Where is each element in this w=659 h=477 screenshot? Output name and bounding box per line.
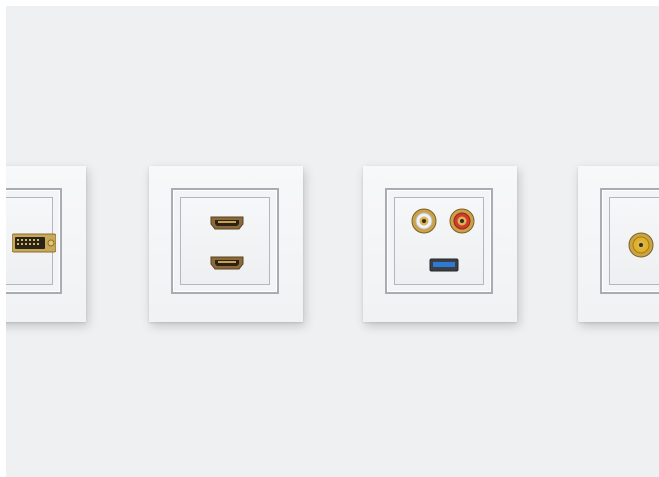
hdmi-wall-plate — [149, 166, 303, 322]
plate-frame — [385, 188, 493, 294]
hdmi-port-bottom — [209, 255, 245, 271]
plate-insert — [180, 197, 270, 285]
plate-frame — [171, 188, 279, 294]
usb-3-port — [429, 258, 459, 272]
plate-insert — [609, 197, 659, 285]
plate-frame — [6, 188, 62, 294]
plate-insert — [394, 197, 484, 285]
plate-frame — [600, 188, 659, 294]
rca-yellow-jack — [628, 232, 654, 258]
dvi-connector — [12, 232, 56, 254]
rca-red-jack — [449, 208, 475, 234]
rca-white-jack — [411, 208, 437, 234]
hdmi-port-top — [209, 215, 245, 231]
dvi-wall-plate — [6, 166, 86, 322]
plate-insert — [6, 197, 56, 285]
rca-usb-wall-plate — [363, 166, 517, 322]
rca-yellow-wall-plate — [578, 166, 659, 322]
wall-background — [6, 6, 659, 477]
